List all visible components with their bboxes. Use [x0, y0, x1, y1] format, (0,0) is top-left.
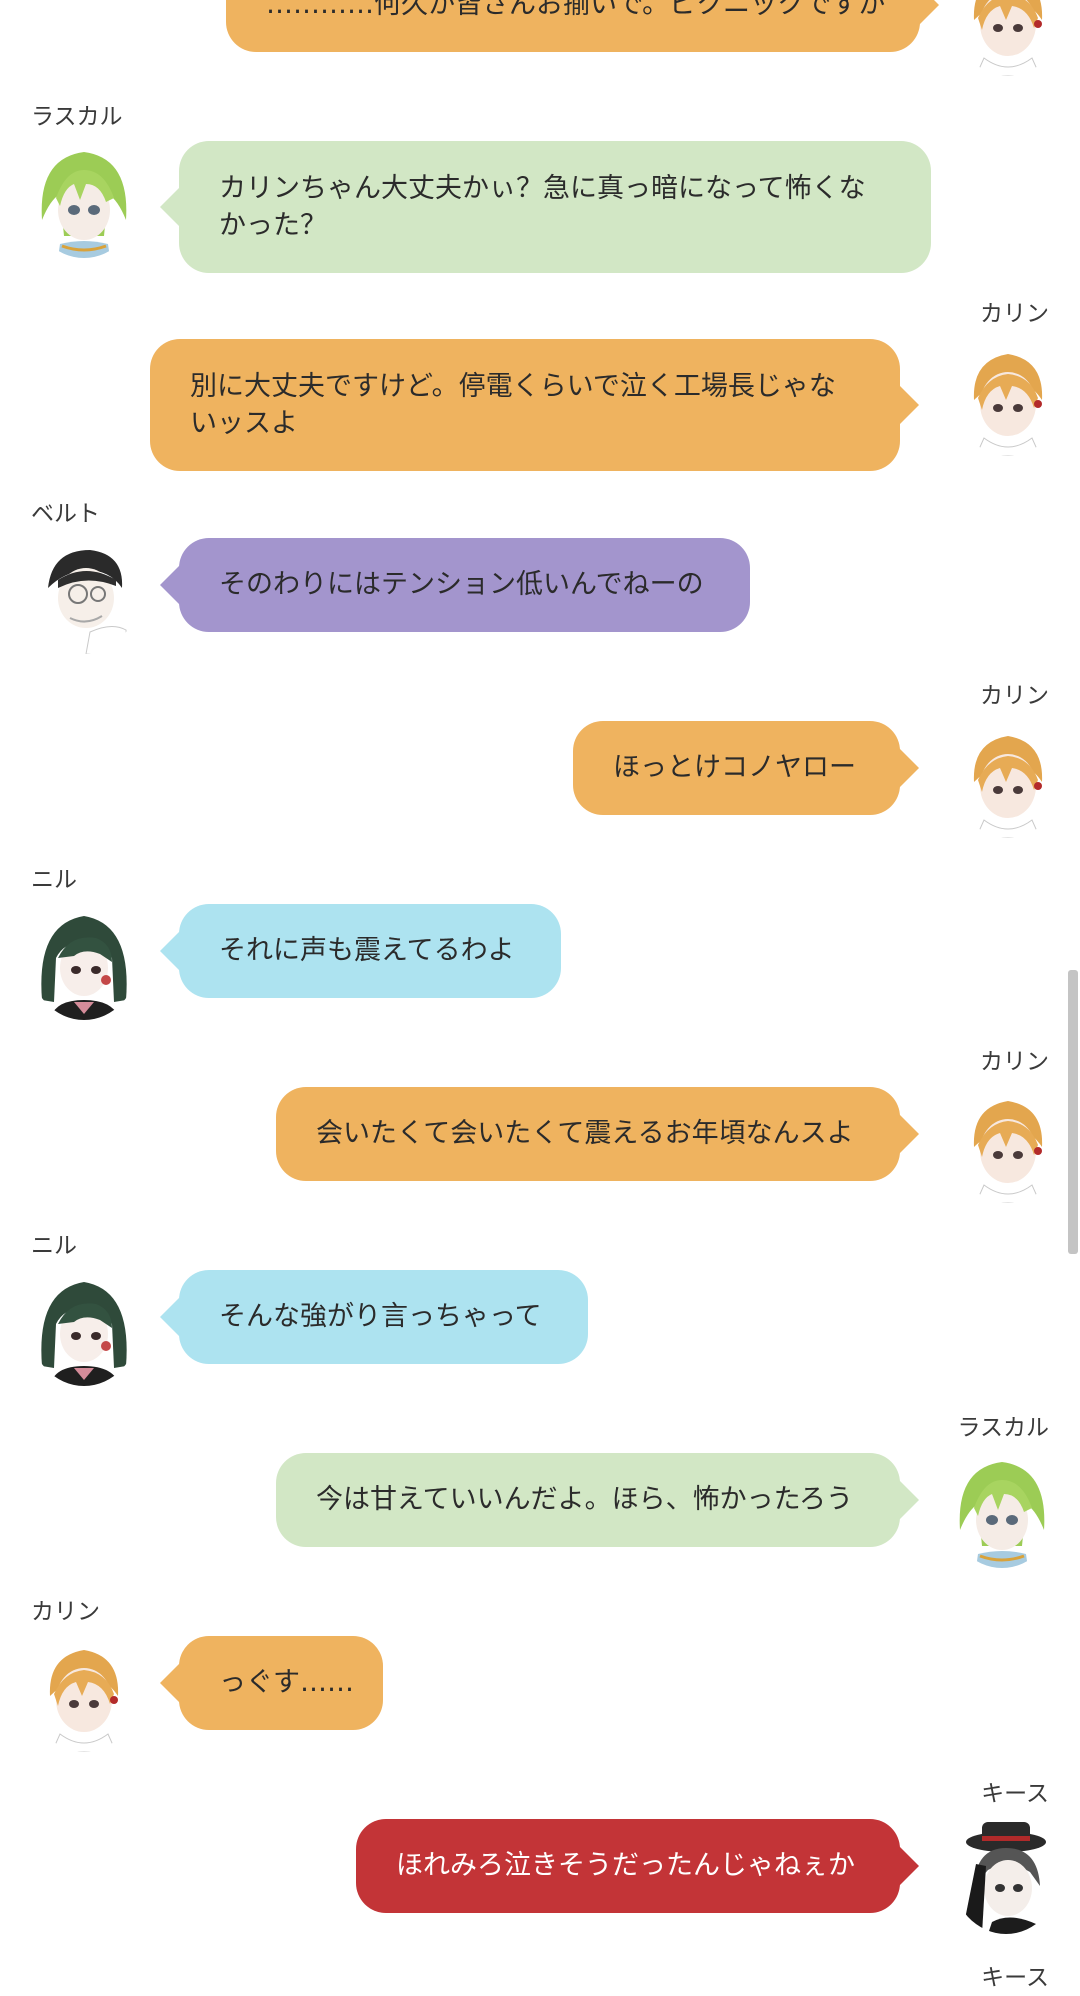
message-bubble: っぐす……: [160, 1636, 383, 1730]
message-text: そんな強がり言っちゃって: [219, 1301, 542, 1332]
nil-avatar[interactable]: [30, 902, 138, 1020]
message-bubble: ほれみろ泣きそうだったんじゃねぇか: [356, 1819, 919, 1913]
speaker-name: カリン: [980, 683, 1049, 709]
speaker-name: カリン: [980, 301, 1049, 327]
message-text: っぐす……: [219, 1667, 354, 1698]
speaker-name: ニル: [31, 867, 77, 893]
message-bubble: カリンちゃん大丈夫かぃ？急に真っ暗になって怖くなかった？: [160, 141, 931, 273]
message-text: カリンちゃん大丈夫かぃ？急に真っ暗になって怖くなかった？: [219, 173, 866, 241]
message-bubble: 今は甘えていいんだよ。ほら、怖かったろう: [276, 1453, 919, 1547]
scrollbar[interactable]: [1068, 970, 1078, 1254]
message-text: 今は甘えていいんだよ。ほら、怖かったろう: [316, 1484, 854, 1515]
message-bubble: …………何久か皆さんお揃いで。ピクニックですか: [226, 0, 939, 52]
karin-avatar[interactable]: [954, 720, 1062, 838]
message-text: …………何久か皆さんお揃いで。ピクニックですか: [266, 0, 886, 20]
chat-log[interactable]: …………何久か皆さんお揃いで。ピクニックですか ラスカル カリンちゃん大丈夫かぃ…: [0, 0, 1080, 1996]
speaker-name: ラスカル: [31, 104, 123, 130]
speaker-name: ニル: [31, 1233, 77, 1259]
speaker-name: カリン: [31, 1599, 100, 1625]
message-text: 別に大丈夫ですけど。停電くらいで泣く工場長じゃないッスよ: [190, 371, 836, 439]
rascal-avatar[interactable]: [30, 140, 138, 258]
karin-avatar[interactable]: [954, 338, 1062, 456]
belt-avatar[interactable]: [30, 536, 138, 654]
message-bubble: 会いたくて会いたくて震えるお年頃なんスよ: [276, 1087, 919, 1181]
speaker-name: ラスカル: [957, 1415, 1049, 1441]
message-text: 会いたくて会いたくて震えるお年頃なんスよ: [316, 1118, 854, 1149]
message-text: それに声も震えてるわよ: [219, 935, 515, 966]
karin-avatar[interactable]: [30, 1634, 138, 1752]
keith-avatar[interactable]: [952, 1816, 1060, 1934]
speaker-name: キース: [981, 1965, 1049, 1991]
message-text: そのわりにはテンション低いんでねーの: [219, 569, 704, 600]
message-bubble: それに声も震えてるわよ: [160, 904, 561, 998]
karin-avatar[interactable]: [954, 1085, 1062, 1203]
message-text: ほれみろ泣きそうだったんじゃねぇか: [396, 1850, 855, 1881]
message-bubble: 別に大丈夫ですけど。停電くらいで泣く工場長じゃないッスよ: [150, 339, 919, 471]
message-bubble: そんな強がり言っちゃって: [160, 1270, 588, 1364]
speaker-name: キース: [981, 1781, 1049, 1807]
message-text: ほっとけコノヤロー: [613, 752, 856, 783]
speaker-name: ベルト: [31, 501, 100, 527]
speaker-name: カリン: [980, 1049, 1049, 1075]
rascal-avatar[interactable]: [948, 1450, 1056, 1568]
nil-avatar[interactable]: [30, 1268, 138, 1386]
message-bubble: そのわりにはテンション低いんでねーの: [160, 538, 750, 632]
message-bubble: ほっとけコノヤロー: [573, 721, 919, 815]
karin-avatar[interactable]: [954, 0, 1062, 76]
